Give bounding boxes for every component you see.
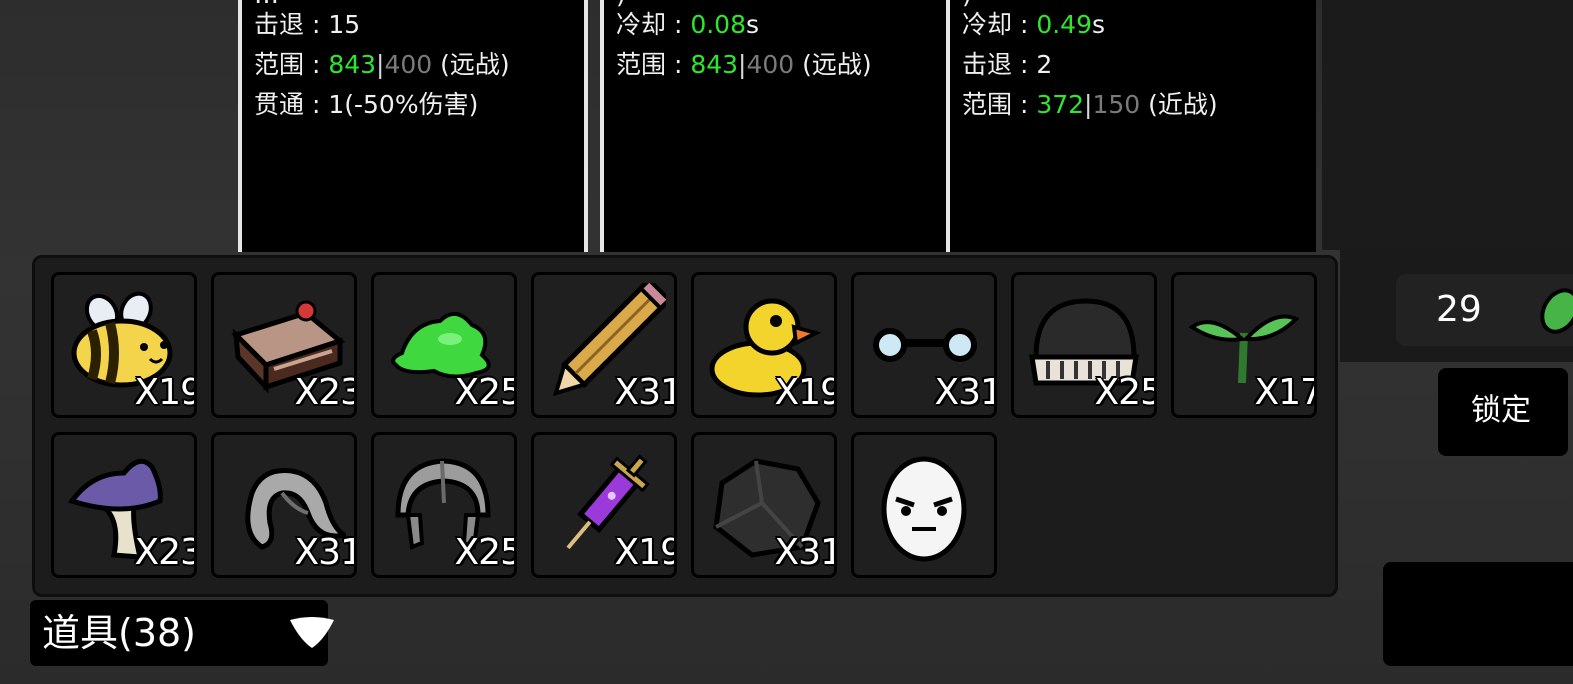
stat-suffix: (近战) <box>1140 90 1218 119</box>
item-count: X25 <box>454 372 517 413</box>
stat-value: 843 <box>690 50 739 79</box>
item-count: X19 <box>134 372 197 413</box>
stat-knockback: 击退 : 2 <box>962 50 1052 80</box>
item-count: X23 <box>294 372 357 413</box>
angry-egg-icon <box>881 456 967 562</box>
item-count: X17 <box>1254 372 1317 413</box>
item-count: X31 <box>934 372 997 413</box>
inventory-slot-cake[interactable]: X23 <box>211 272 357 418</box>
inventory-slot-bee[interactable]: X19 <box>51 272 197 418</box>
stat-knockback: 击退 : 15 <box>254 10 360 40</box>
inventory-slot-duck[interactable]: X19 <box>691 272 837 418</box>
inventory-slot-coal[interactable]: X31 <box>691 432 837 578</box>
triangle-down-icon <box>290 617 334 648</box>
material-count: 29 <box>1436 289 1482 330</box>
item-count: X31 <box>774 532 837 573</box>
panel-cut-line: … <box>254 0 279 10</box>
panel-cut-line: ) <box>616 0 626 10</box>
stat-value: 2 <box>1036 50 1053 79</box>
stat-suffix: s <box>1092 10 1106 39</box>
stat-label: 贯通 : <box>254 90 329 119</box>
item-count: X23 <box>134 532 197 573</box>
inventory-slot-pencil[interactable]: X31 <box>531 272 677 418</box>
panel-cut-line: ) <box>962 0 972 10</box>
material-counter: 29 <box>1396 274 1573 346</box>
stat-range: 范围 : 843|400 (远战) <box>616 50 872 80</box>
inventory-slot-helmet[interactable]: X25 <box>371 432 517 578</box>
stat-suffix: (远战) <box>432 50 510 79</box>
item-inventory-panel: X19 X23 X25 X31 X19 X31 X25 X17 X23 X31 … <box>32 255 1338 597</box>
stat-label: 击退 : <box>962 50 1037 79</box>
stat-label: 范围 : <box>254 50 329 79</box>
stat-label: 冷却 : <box>962 10 1037 39</box>
inventory-slot-mushroom[interactable]: X23 <box>51 432 197 578</box>
inventory-slot-egg[interactable] <box>851 432 997 578</box>
inventory-slot-scarf[interactable]: X31 <box>211 432 357 578</box>
inventory-slot-syringe[interactable]: X19 <box>531 432 677 578</box>
inventory-slot-sprout[interactable]: X17 <box>1171 272 1317 418</box>
stat-label: 范围 : <box>616 50 691 79</box>
right-side-panel-background <box>1322 0 1573 250</box>
item-count: X31 <box>614 372 677 413</box>
stat-value: 372 <box>1036 90 1085 119</box>
stat-base-value: 400 <box>384 50 433 79</box>
item-count: X19 <box>774 372 837 413</box>
stat-suffix: (远战) <box>794 50 872 79</box>
weapon-info-panel-1: … 击退 : 15 范围 : 843|400 (远战) 贯通 : 1(-50%伤… <box>238 0 588 252</box>
inventory-slot-glasses[interactable]: X31 <box>851 272 997 418</box>
stat-range: 范围 : 372|150 (近战) <box>962 90 1218 120</box>
weapon-info-panel-3: ) 冷却 : 0.49s 击退 : 2 范围 : 372|150 (近战) <box>946 0 1316 252</box>
stat-value: 1(-50%伤害) <box>328 90 479 119</box>
stat-value: 843 <box>328 50 377 79</box>
lock-button-label: 锁定 <box>1471 393 1531 428</box>
stat-base-value: 400 <box>746 50 795 79</box>
item-count: X25 <box>1094 372 1157 413</box>
inventory-slot-beanie[interactable]: X25 <box>1011 272 1157 418</box>
lock-button[interactable]: 锁定 <box>1438 368 1568 456</box>
stat-label: 范围 : <box>962 90 1037 119</box>
stat-pierce: 贯通 : 1(-50%伤害) <box>254 90 478 120</box>
stat-value: 0.08 <box>690 10 746 39</box>
action-button-area[interactable] <box>1383 562 1573 666</box>
stat-range: 范围 : 843|400 (远战) <box>254 50 510 80</box>
item-count: X19 <box>614 532 677 573</box>
stat-suffix: s <box>746 10 760 39</box>
item-category-dropdown[interactable]: 道具(38) <box>30 600 334 666</box>
stat-cooldown: 冷却 : 0.49s <box>962 10 1105 40</box>
inventory-slot-slime[interactable]: X25 <box>371 272 517 418</box>
stat-value: 0.49 <box>1036 10 1092 39</box>
item-count: X31 <box>294 532 357 573</box>
stat-label: 击退 : <box>254 10 329 39</box>
dropdown-label: 道具(38) <box>42 611 197 655</box>
game-screen: … 击退 : 15 范围 : 843|400 (远战) 贯通 : 1(-50%伤… <box>0 0 1573 684</box>
stat-base-value: 150 <box>1092 90 1141 119</box>
stat-cooldown: 冷却 : 0.08s <box>616 10 759 40</box>
stat-label: 冷却 : <box>616 10 691 39</box>
item-count: X25 <box>454 532 517 573</box>
weapon-info-panel-2: ) 冷却 : 0.08s 范围 : 843|400 (远战) <box>600 0 952 252</box>
green-material-icon <box>1540 288 1573 334</box>
stat-value: 15 <box>328 10 361 39</box>
